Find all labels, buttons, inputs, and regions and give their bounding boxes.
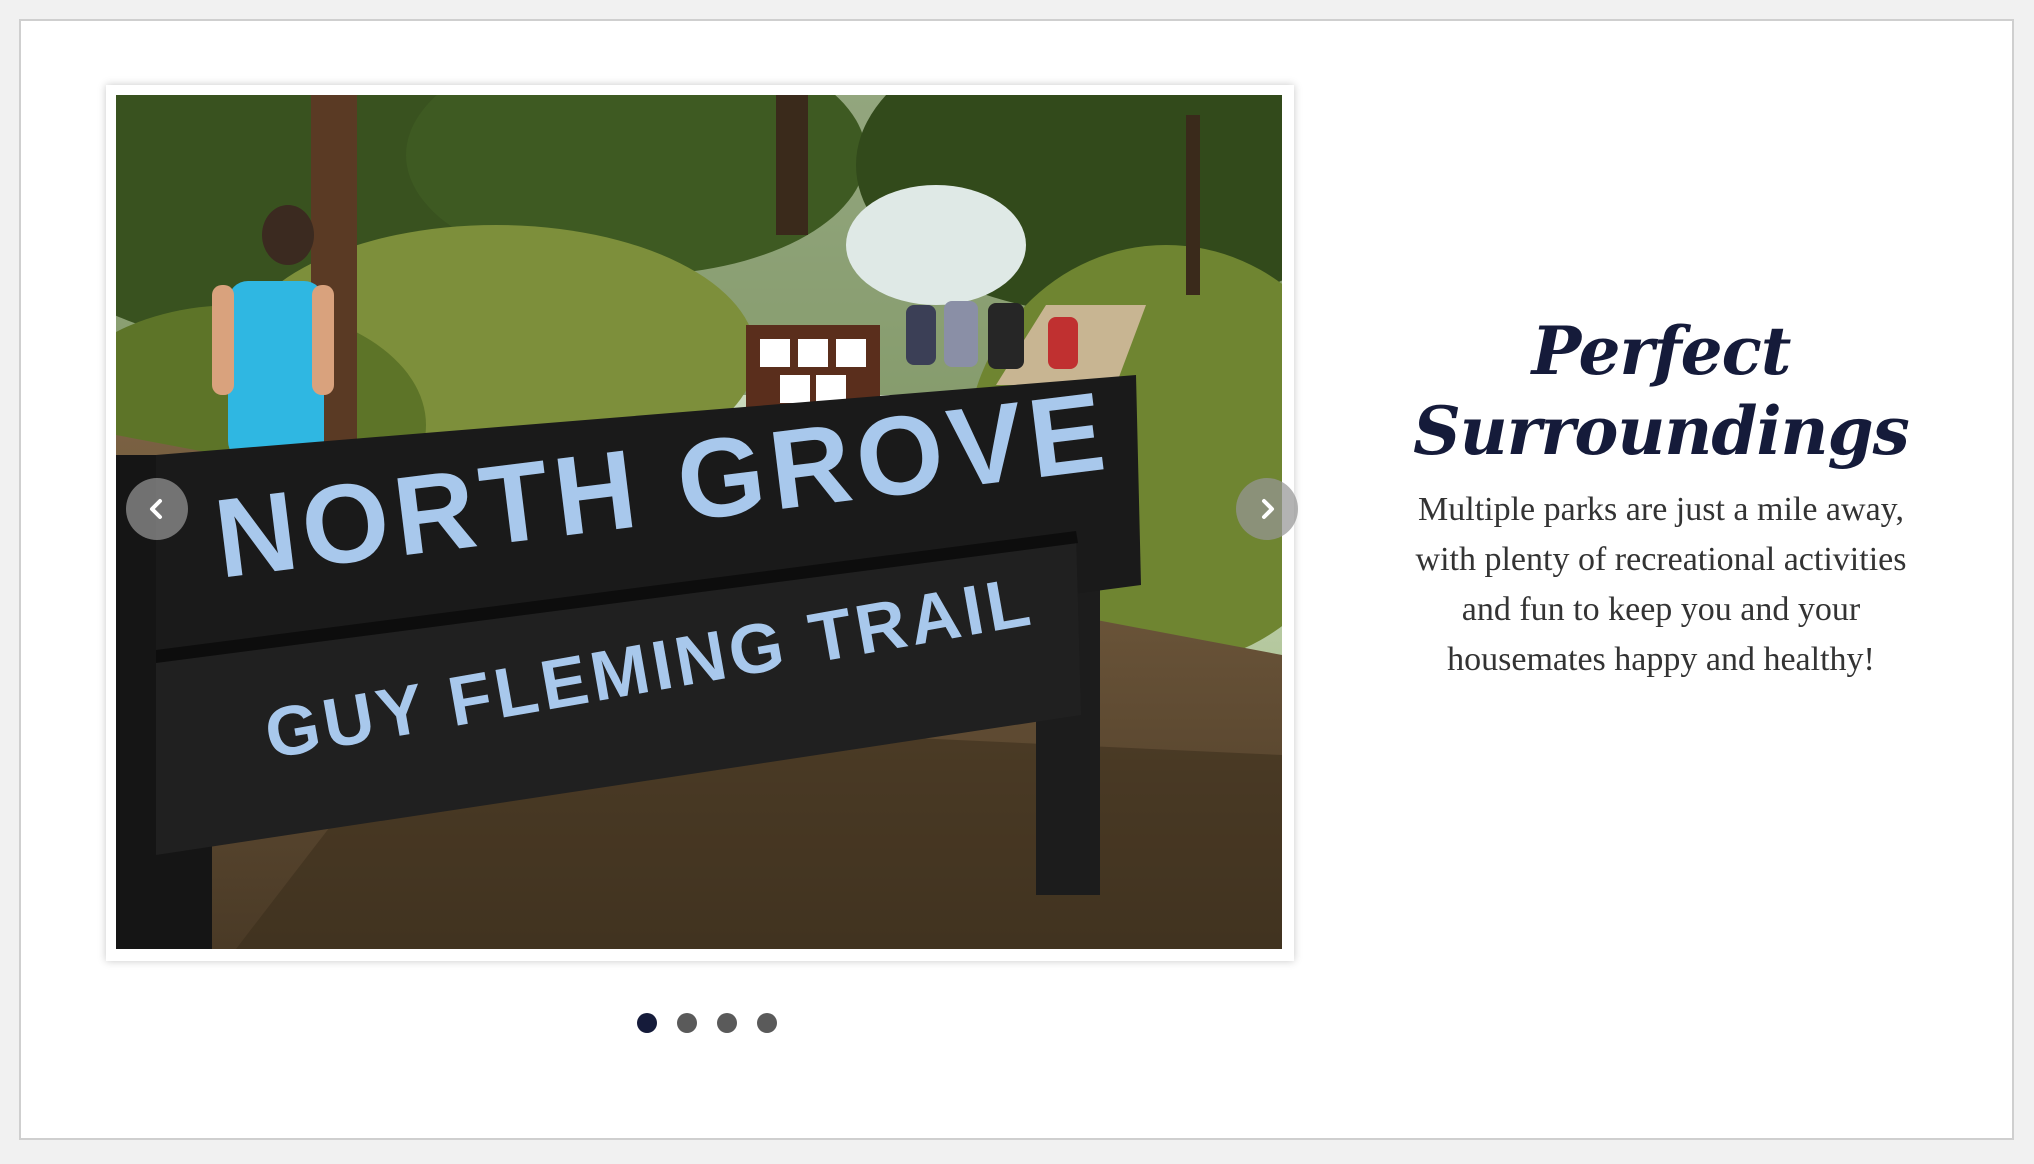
description-line: housemates happy and healthy! xyxy=(1447,641,1875,678)
slide-dot-4[interactable] xyxy=(757,1013,777,1033)
slide-dot-3[interactable] xyxy=(717,1013,737,1033)
content-frame: NORTH GROVE GUY FLEMING TRAIL Perfect Su… xyxy=(19,19,2014,1140)
chevron-left-icon xyxy=(145,497,169,521)
feature-text-panel: Perfect Surroundings Multiple parks are … xyxy=(1351,311,1971,685)
feature-heading: Perfect Surroundings xyxy=(1351,311,1971,471)
slide-image: NORTH GROVE GUY FLEMING TRAIL xyxy=(116,95,1282,949)
slider-pagination xyxy=(637,1013,777,1033)
heading-line-1: Perfect xyxy=(1531,312,1792,390)
feature-description: Multiple parks are just a mile away, wit… xyxy=(1381,485,1941,685)
slide-dot-1[interactable] xyxy=(637,1013,657,1033)
heading-line-2: Surroundings xyxy=(1413,392,1910,470)
description-line: and fun to keep you and your xyxy=(1461,591,1861,628)
image-slider: NORTH GROVE GUY FLEMING TRAIL xyxy=(106,85,1298,961)
slide-dot-2[interactable] xyxy=(677,1013,697,1033)
slider-prev-button[interactable] xyxy=(126,478,188,540)
chevron-right-icon xyxy=(1255,497,1279,521)
slider-next-button[interactable] xyxy=(1236,478,1298,540)
description-line: with plenty of recreational activities xyxy=(1415,541,1907,578)
description-line: Multiple parks are just a mile away, xyxy=(1418,491,1904,528)
